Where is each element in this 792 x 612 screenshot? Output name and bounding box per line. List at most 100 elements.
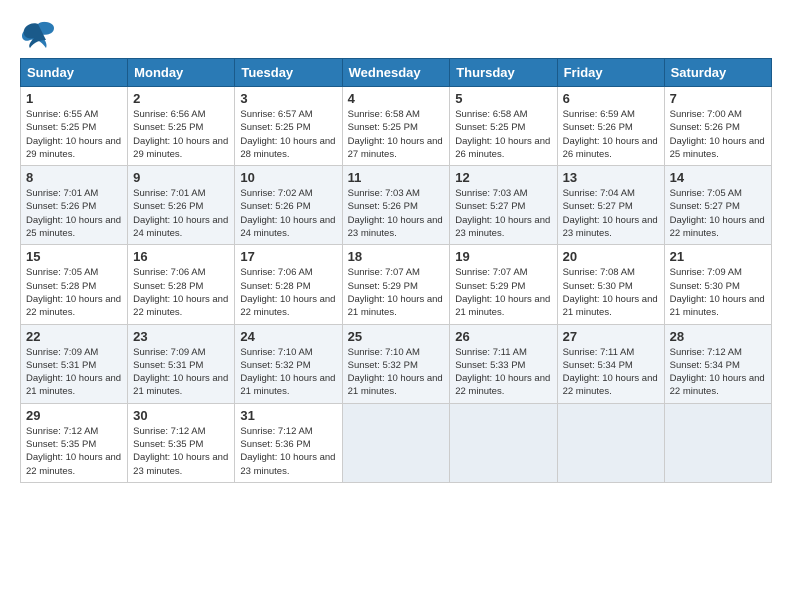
- day-info: Sunrise: 7:11 AM Sunset: 5:34 PM Dayligh…: [563, 346, 659, 399]
- sunrise-text: Sunrise: 7:12 AM: [240, 426, 312, 437]
- day-number: 11: [348, 170, 445, 185]
- calendar-cell: [342, 403, 450, 482]
- calendar-week-row: 8 Sunrise: 7:01 AM Sunset: 5:26 PM Dayli…: [21, 166, 772, 245]
- sunset-text: Sunset: 5:29 PM: [455, 281, 525, 292]
- calendar-cell: 24 Sunrise: 7:10 AM Sunset: 5:32 PM Dayl…: [235, 324, 342, 403]
- sunrise-text: Sunrise: 7:07 AM: [455, 267, 527, 278]
- calendar-cell: 12 Sunrise: 7:03 AM Sunset: 5:27 PM Dayl…: [450, 166, 557, 245]
- calendar-week-row: 15 Sunrise: 7:05 AM Sunset: 5:28 PM Dayl…: [21, 245, 772, 324]
- daylight-text: Daylight: 10 hours and 22 minutes.: [563, 373, 658, 397]
- calendar-cell: 28 Sunrise: 7:12 AM Sunset: 5:34 PM Dayl…: [664, 324, 771, 403]
- sunrise-text: Sunrise: 7:05 AM: [670, 188, 742, 199]
- calendar-cell: 22 Sunrise: 7:09 AM Sunset: 5:31 PM Dayl…: [21, 324, 128, 403]
- sunrise-text: Sunrise: 6:57 AM: [240, 109, 312, 120]
- sunrise-text: Sunrise: 6:59 AM: [563, 109, 635, 120]
- calendar-cell: 10 Sunrise: 7:02 AM Sunset: 5:26 PM Dayl…: [235, 166, 342, 245]
- calendar-cell: 20 Sunrise: 7:08 AM Sunset: 5:30 PM Dayl…: [557, 245, 664, 324]
- day-number: 9: [133, 170, 229, 185]
- day-info: Sunrise: 6:57 AM Sunset: 5:25 PM Dayligh…: [240, 108, 336, 161]
- sunrise-text: Sunrise: 7:05 AM: [26, 267, 98, 278]
- day-info: Sunrise: 6:58 AM Sunset: 5:25 PM Dayligh…: [455, 108, 551, 161]
- calendar-cell: [664, 403, 771, 482]
- daylight-text: Daylight: 10 hours and 22 minutes.: [240, 294, 335, 318]
- sunset-text: Sunset: 5:26 PM: [133, 201, 203, 212]
- calendar-cell: 29 Sunrise: 7:12 AM Sunset: 5:35 PM Dayl…: [21, 403, 128, 482]
- day-number: 14: [670, 170, 766, 185]
- calendar-table: SundayMondayTuesdayWednesdayThursdayFrid…: [20, 58, 772, 483]
- day-number: 6: [563, 91, 659, 106]
- sunset-text: Sunset: 5:30 PM: [670, 281, 740, 292]
- day-info: Sunrise: 7:10 AM Sunset: 5:32 PM Dayligh…: [240, 346, 336, 399]
- sunset-text: Sunset: 5:27 PM: [563, 201, 633, 212]
- day-number: 20: [563, 249, 659, 264]
- sunset-text: Sunset: 5:27 PM: [670, 201, 740, 212]
- sunrise-text: Sunrise: 7:00 AM: [670, 109, 742, 120]
- sunrise-text: Sunrise: 7:11 AM: [455, 347, 527, 358]
- sunrise-text: Sunrise: 7:11 AM: [563, 347, 635, 358]
- day-info: Sunrise: 7:01 AM Sunset: 5:26 PM Dayligh…: [133, 187, 229, 240]
- logo: [20, 20, 60, 48]
- sunrise-text: Sunrise: 7:08 AM: [563, 267, 635, 278]
- sunrise-text: Sunrise: 7:12 AM: [670, 347, 742, 358]
- day-info: Sunrise: 7:04 AM Sunset: 5:27 PM Dayligh…: [563, 187, 659, 240]
- day-number: 29: [26, 408, 122, 423]
- calendar-cell: 3 Sunrise: 6:57 AM Sunset: 5:25 PM Dayli…: [235, 87, 342, 166]
- day-number: 3: [240, 91, 336, 106]
- calendar-cell: 7 Sunrise: 7:00 AM Sunset: 5:26 PM Dayli…: [664, 87, 771, 166]
- calendar-cell: 21 Sunrise: 7:09 AM Sunset: 5:30 PM Dayl…: [664, 245, 771, 324]
- day-number: 19: [455, 249, 551, 264]
- day-number: 18: [348, 249, 445, 264]
- calendar-cell: 17 Sunrise: 7:06 AM Sunset: 5:28 PM Dayl…: [235, 245, 342, 324]
- sunset-text: Sunset: 5:26 PM: [26, 201, 96, 212]
- day-number: 10: [240, 170, 336, 185]
- weekday-header-tuesday: Tuesday: [235, 59, 342, 87]
- day-number: 4: [348, 91, 445, 106]
- sunset-text: Sunset: 5:36 PM: [240, 439, 310, 450]
- daylight-text: Daylight: 10 hours and 21 minutes.: [26, 373, 121, 397]
- day-number: 30: [133, 408, 229, 423]
- daylight-text: Daylight: 10 hours and 22 minutes.: [455, 373, 550, 397]
- day-info: Sunrise: 7:03 AM Sunset: 5:27 PM Dayligh…: [455, 187, 551, 240]
- day-info: Sunrise: 7:12 AM Sunset: 5:34 PM Dayligh…: [670, 346, 766, 399]
- daylight-text: Daylight: 10 hours and 22 minutes.: [26, 452, 121, 476]
- daylight-text: Daylight: 10 hours and 23 minutes.: [240, 452, 335, 476]
- daylight-text: Daylight: 10 hours and 29 minutes.: [133, 136, 228, 160]
- weekday-header-friday: Friday: [557, 59, 664, 87]
- day-number: 26: [455, 329, 551, 344]
- sunset-text: Sunset: 5:33 PM: [455, 360, 525, 371]
- sunset-text: Sunset: 5:32 PM: [240, 360, 310, 371]
- sunset-text: Sunset: 5:26 PM: [348, 201, 418, 212]
- daylight-text: Daylight: 10 hours and 22 minutes.: [670, 373, 765, 397]
- day-number: 28: [670, 329, 766, 344]
- sunset-text: Sunset: 5:28 PM: [240, 281, 310, 292]
- day-info: Sunrise: 7:03 AM Sunset: 5:26 PM Dayligh…: [348, 187, 445, 240]
- calendar-cell: 1 Sunrise: 6:55 AM Sunset: 5:25 PM Dayli…: [21, 87, 128, 166]
- sunset-text: Sunset: 5:25 PM: [455, 122, 525, 133]
- day-info: Sunrise: 7:07 AM Sunset: 5:29 PM Dayligh…: [455, 266, 551, 319]
- sunrise-text: Sunrise: 6:56 AM: [133, 109, 205, 120]
- sunrise-text: Sunrise: 7:12 AM: [133, 426, 205, 437]
- day-info: Sunrise: 7:10 AM Sunset: 5:32 PM Dayligh…: [348, 346, 445, 399]
- day-info: Sunrise: 6:55 AM Sunset: 5:25 PM Dayligh…: [26, 108, 122, 161]
- day-info: Sunrise: 7:09 AM Sunset: 5:30 PM Dayligh…: [670, 266, 766, 319]
- calendar-cell: 25 Sunrise: 7:10 AM Sunset: 5:32 PM Dayl…: [342, 324, 450, 403]
- calendar-cell: [557, 403, 664, 482]
- sunset-text: Sunset: 5:35 PM: [26, 439, 96, 450]
- day-info: Sunrise: 6:58 AM Sunset: 5:25 PM Dayligh…: [348, 108, 445, 161]
- sunrise-text: Sunrise: 7:12 AM: [26, 426, 98, 437]
- sunrise-text: Sunrise: 7:09 AM: [133, 347, 205, 358]
- day-info: Sunrise: 7:05 AM Sunset: 5:28 PM Dayligh…: [26, 266, 122, 319]
- day-info: Sunrise: 6:56 AM Sunset: 5:25 PM Dayligh…: [133, 108, 229, 161]
- calendar-cell: 2 Sunrise: 6:56 AM Sunset: 5:25 PM Dayli…: [128, 87, 235, 166]
- daylight-text: Daylight: 10 hours and 21 minutes.: [455, 294, 550, 318]
- logo-bird-icon: [20, 20, 56, 48]
- day-info: Sunrise: 7:05 AM Sunset: 5:27 PM Dayligh…: [670, 187, 766, 240]
- calendar-cell: [450, 403, 557, 482]
- sunset-text: Sunset: 5:25 PM: [26, 122, 96, 133]
- calendar-cell: 6 Sunrise: 6:59 AM Sunset: 5:26 PM Dayli…: [557, 87, 664, 166]
- sunrise-text: Sunrise: 7:09 AM: [670, 267, 742, 278]
- weekday-header-row: SundayMondayTuesdayWednesdayThursdayFrid…: [21, 59, 772, 87]
- sunrise-text: Sunrise: 7:03 AM: [455, 188, 527, 199]
- sunset-text: Sunset: 5:30 PM: [563, 281, 633, 292]
- sunrise-text: Sunrise: 7:04 AM: [563, 188, 635, 199]
